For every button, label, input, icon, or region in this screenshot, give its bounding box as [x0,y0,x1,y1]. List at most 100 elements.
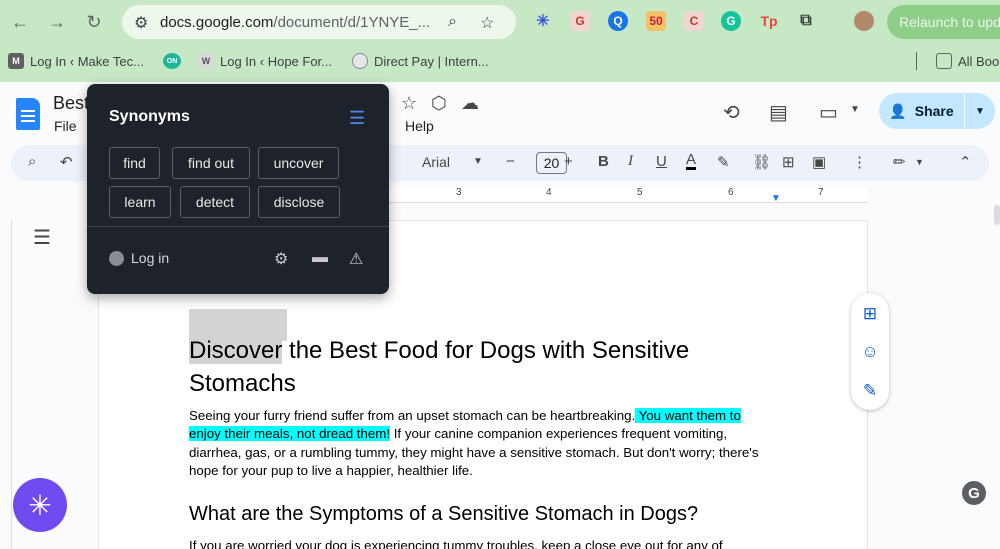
settings-gear-icon[interactable]: ⚙ [274,249,288,269]
synonym-chip[interactable]: find [109,147,160,179]
bookmark-favicon-icon [352,53,368,69]
synonym-chip[interactable]: disclose [258,186,340,218]
bookmark-favicon-icon: W [198,53,214,69]
undo-icon[interactable]: ↶ [60,153,73,171]
user-icon [109,250,124,266]
bold-icon[interactable]: B [598,153,609,170]
insert-image-icon[interactable]: ▣ [812,153,826,171]
right-indent-marker-icon[interactable]: ▼ [771,193,781,204]
extension-50-icon[interactable]: 50 [646,11,666,31]
forward-icon[interactable]: → [45,10,69,34]
bookmark-direct-pay[interactable]: Direct Pay | Intern... [352,53,489,69]
bookmark-favicon-icon: M [8,53,24,69]
font-dropdown-icon[interactable]: ▼ [473,156,483,167]
synonyms-popup: Synonyms ☰ find find out uncover learn d… [87,84,389,294]
extension-tp-icon[interactable]: Tp [759,11,779,31]
warning-icon[interactable]: ⚠ [349,249,363,269]
menu-file[interactable]: File [54,118,77,134]
extension-c-icon[interactable]: C [684,11,704,31]
docs-logo-icon[interactable] [16,98,40,130]
version-history-icon[interactable]: ⟲ [723,100,740,125]
italic-icon[interactable]: I [628,153,633,170]
highlight-color-icon[interactable]: ✎ [717,153,730,171]
url-text: docs.google.com/document/d/1YNYE_... [160,14,431,31]
grammarly-icon[interactable]: G [962,481,986,505]
back-icon[interactable]: ← [8,10,32,34]
more-options-icon[interactable]: ⋮ [852,153,867,171]
site-info-icon[interactable]: ⚙ [134,13,148,33]
suggest-edits-icon[interactable]: ✎ [860,381,880,401]
font-size-input[interactable]: 20 [536,152,567,174]
hide-menus-icon[interactable]: ⌃ [959,153,972,171]
editing-mode-icon[interactable]: ✏ [893,153,906,171]
bookmark-hope-for[interactable]: W Log In ‹ Hope For... [198,53,332,69]
ruler-number: 6 [728,187,734,198]
extension-g-icon[interactable]: G [570,11,590,31]
meet-icon[interactable]: ▭ [819,100,838,125]
cloud-status-icon[interactable]: ☁ [461,93,479,114]
selected-word: Discover [189,337,283,364]
insert-link-icon[interactable]: ⛓ [752,153,771,171]
bookmark-label: Log In ‹ Hope For... [220,53,333,69]
assistant-widget-icon[interactable]: ✳ [13,478,67,532]
feedback-chat-icon[interactable]: ▬ [312,249,328,267]
menu-help[interactable]: Help [405,118,434,134]
share-button[interactable]: 👤 Share [879,93,964,129]
ruler-number: 3 [456,187,462,198]
add-comment-icon[interactable]: ⊞ [860,304,880,324]
browser-toolbar: ← → ↻ ⚙ docs.google.com/document/d/1YNYE… [0,0,1000,82]
text-color-icon[interactable]: A [686,152,697,170]
decrease-font-size-icon[interactable]: − [506,153,515,170]
underline-icon[interactable]: U [656,153,667,170]
share-label: Share [914,103,954,119]
relaunch-button[interactable]: Relaunch to upd [887,5,1000,39]
all-bookmarks[interactable]: All Boo [936,53,999,69]
bookmark-label: Direct Pay | Intern... [374,53,489,69]
bookmark-make-tec[interactable]: M Log In ‹ Make Tec... [8,53,144,69]
document-title[interactable]: Best [53,93,89,114]
ruler-number: 7 [818,187,824,198]
grammarly-extension-icon[interactable]: G [721,11,741,31]
login-button[interactable]: Log in [109,250,169,266]
zoom-search-icon[interactable]: ⌕ [448,13,457,31]
section-heading[interactable]: What are the Symptoms of a Sensitive Sto… [189,503,698,526]
ruler-number: 4 [546,187,552,198]
reload-icon[interactable]: ↻ [82,10,106,34]
extensions-puzzle-icon[interactable]: ⧉ [796,11,816,31]
people-icon: 👤 [889,102,907,119]
synonym-chip[interactable]: detect [180,186,250,218]
intro-paragraph[interactable]: Seeing your furry friend suffer from an … [189,407,775,480]
add-comment-icon[interactable]: ⊞ [782,153,795,171]
section-paragraph[interactable]: If you are worried your dog is experienc… [189,538,723,549]
increase-font-size-icon[interactable]: + [564,153,573,170]
document-heading[interactable]: Discover the Best Food for Dogs with Sen… [189,334,749,400]
synonym-chip[interactable]: uncover [258,147,339,179]
add-emoji-reaction-icon[interactable]: ☺ [860,342,880,362]
ruler-number: 5 [637,187,643,198]
meet-dropdown-icon[interactable]: ▼ [850,104,860,115]
bookmark-star-icon[interactable]: ☆ [480,13,494,33]
search-menus-icon[interactable]: ⌕ [28,153,36,170]
extension-asterisk-icon[interactable]: ✳ [533,11,553,31]
paragraph-text: Seeing your furry friend suffer from an … [189,408,636,423]
profile-avatar[interactable] [854,11,874,31]
synonym-chip[interactable]: find out [172,147,250,179]
synonym-chip[interactable]: learn [109,186,171,218]
floating-actions: ⊞ ☺ ✎ [851,293,889,410]
editing-mode-dropdown-icon[interactable]: ▼ [915,157,924,167]
star-icon[interactable]: ☆ [401,93,417,114]
login-label: Log in [131,250,170,266]
move-to-drive-icon[interactable]: ⬡ [431,93,447,114]
bookmark-label: Log In ‹ Make Tec... [30,53,144,69]
bookmark-on[interactable]: ON [163,53,181,69]
popup-divider [87,226,389,227]
address-bar[interactable]: ⚙ docs.google.com/document/d/1YNYE_... ⌕… [122,5,516,39]
extension-q-icon[interactable]: Q [608,11,628,31]
vertical-ruler[interactable] [0,220,12,549]
list-view-icon[interactable]: ☰ [349,108,365,129]
font-select[interactable]: Arial [422,154,450,170]
comments-icon[interactable]: ▤ [769,100,788,125]
document-outline-icon[interactable]: ☰ [33,225,51,250]
bookmark-favicon-icon: ON [163,53,181,69]
scrollbar-thumb[interactable] [994,205,1000,225]
